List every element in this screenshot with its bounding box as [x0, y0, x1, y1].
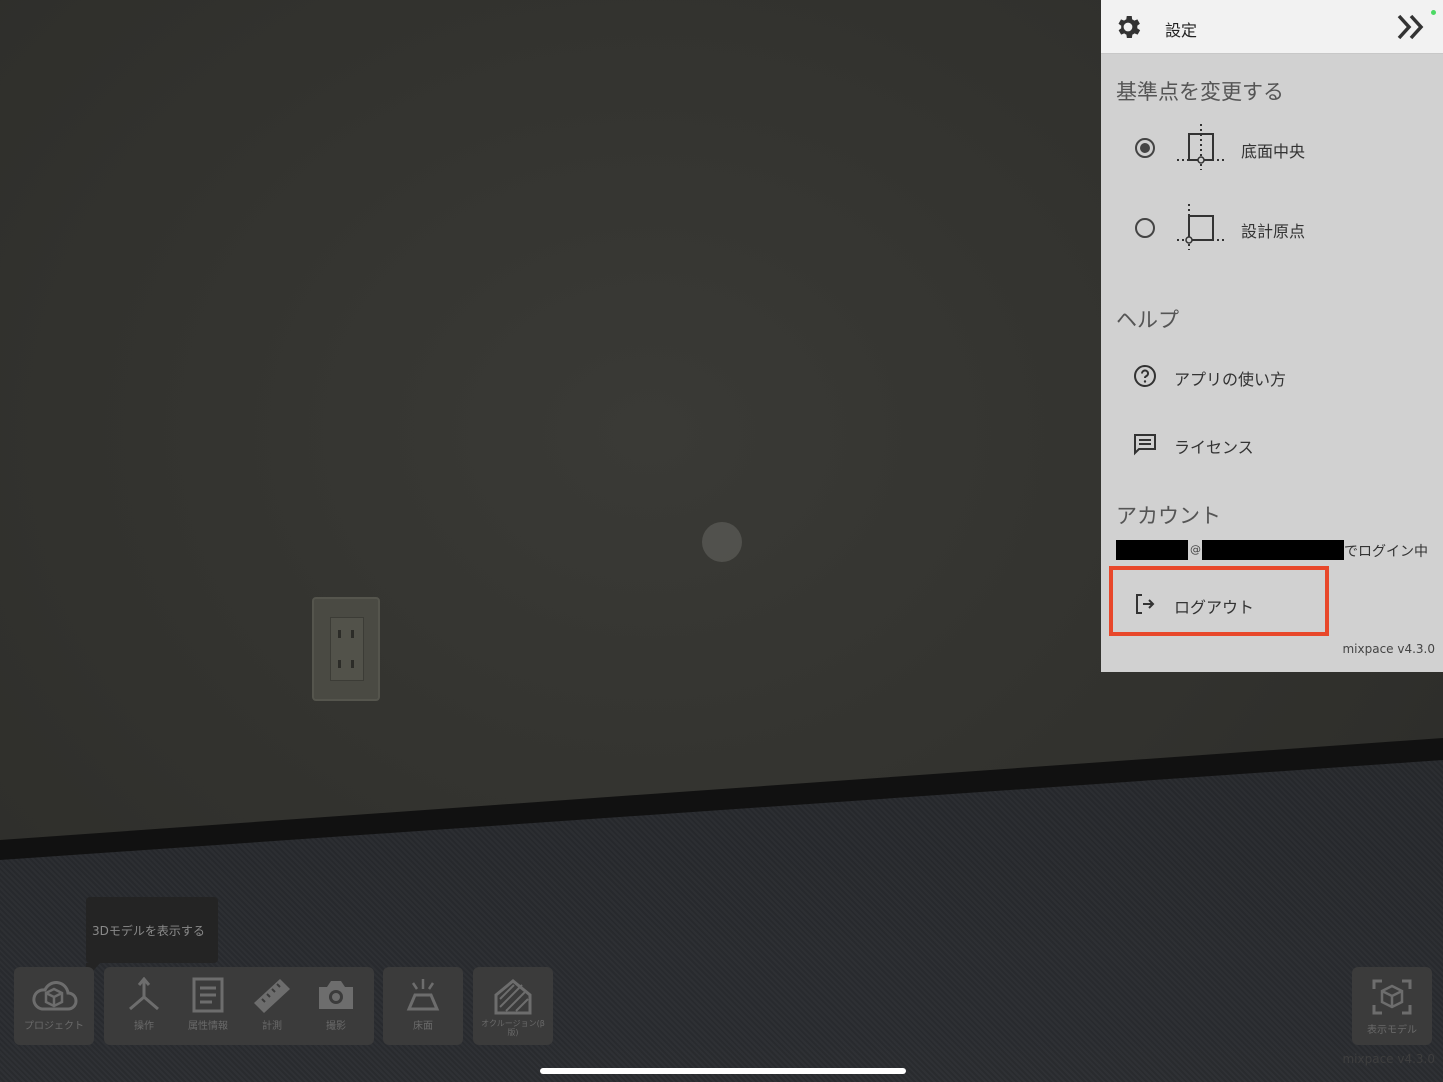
toolbar-label: 計測 — [262, 1021, 282, 1032]
axes-icon — [129, 977, 159, 1011]
display-model-button[interactable]: 表示モデル — [1352, 967, 1432, 1045]
double-chevron-right-icon[interactable] — [1395, 12, 1427, 42]
question-circle-icon — [1134, 365, 1156, 387]
gear-icon — [1118, 16, 1141, 38]
toolbar-label: 床面 — [413, 1021, 433, 1032]
toolbar-label: オクルージョン(β版) — [481, 1019, 545, 1037]
login-status: でログイン中 — [1344, 544, 1428, 560]
toolbar-label: プロジェクト — [24, 1021, 84, 1032]
measure-button[interactable]: 計測 — [240, 967, 304, 1045]
account-login-info: @ でログイン中 — [1116, 540, 1436, 560]
occlusion-icon — [494, 979, 532, 1015]
highlight-box — [1109, 566, 1329, 636]
bottom-center-icon — [1177, 124, 1225, 170]
placement-reticle — [702, 522, 742, 562]
toolbar-label: 表示モデル — [1367, 1025, 1417, 1036]
document-icon — [192, 977, 224, 1013]
home-indicator[interactable] — [540, 1068, 906, 1074]
wall-outlet — [312, 597, 380, 701]
option-design-origin[interactable]: 設計原点 — [1101, 200, 1443, 256]
help-item-usage[interactable]: アプリの使い方 — [1101, 356, 1443, 396]
status-dot — [1431, 10, 1436, 15]
version-text: mixpace v4.3.0 — [1342, 642, 1435, 656]
toolbar-group-main: 操作 属性情報 計測 撮影 — [104, 967, 374, 1045]
toolbar-label: 属性情報 — [188, 1021, 228, 1032]
tooltip: 3Dモデルを表示する — [86, 897, 218, 979]
radio-bottom-center[interactable] — [1135, 138, 1155, 158]
ruler-icon — [254, 979, 290, 1013]
option-label: 設計原点 — [1241, 222, 1306, 241]
help-item-label: アプリの使い方 — [1174, 370, 1287, 389]
project-button[interactable]: プロジェクト — [14, 967, 94, 1045]
settings-header: 設定 — [1101, 0, 1443, 54]
option-bottom-center[interactable]: 底面中央 — [1101, 120, 1443, 176]
help-heading: ヘルプ — [1116, 308, 1179, 332]
operation-button[interactable]: 操作 — [112, 967, 176, 1045]
help-item-label: ライセンス — [1174, 438, 1254, 457]
account-heading: アカウント — [1116, 504, 1221, 528]
camera-icon — [319, 981, 353, 1009]
capture-button[interactable]: 撮影 — [304, 967, 368, 1045]
option-label: 底面中央 — [1241, 142, 1306, 161]
help-item-license[interactable]: ライセンス — [1101, 424, 1443, 464]
floor-icon — [406, 979, 440, 1011]
floor-button[interactable]: 床面 — [383, 967, 463, 1045]
occlusion-button[interactable]: オクルージョン(β版) — [473, 967, 553, 1045]
design-origin-icon — [1177, 204, 1225, 250]
settings-panel: 設定 基準点を変更する 底面中央 設計原点 ヘルプ アプリの使い方 ライセンス … — [1101, 0, 1443, 672]
cloud-box-icon — [32, 981, 78, 1011]
redacted-domain — [1202, 540, 1344, 560]
tooltip-text: 3Dモデルを表示する — [92, 924, 205, 938]
model-view-icon — [1372, 979, 1412, 1015]
toolbar-label: 撮影 — [326, 1021, 346, 1032]
redacted-username — [1116, 540, 1188, 560]
message-lines-icon — [1134, 434, 1156, 456]
settings-title: 設定 — [1165, 21, 1198, 40]
base-point-heading: 基準点を変更する — [1116, 80, 1284, 104]
toolbar-label: 操作 — [134, 1021, 154, 1032]
at-sign: @ — [1190, 543, 1201, 556]
attributes-button[interactable]: 属性情報 — [176, 967, 240, 1045]
ghost-version-text: mixpace v4.3.0 — [1342, 1052, 1435, 1066]
radio-design-origin[interactable] — [1135, 218, 1155, 238]
